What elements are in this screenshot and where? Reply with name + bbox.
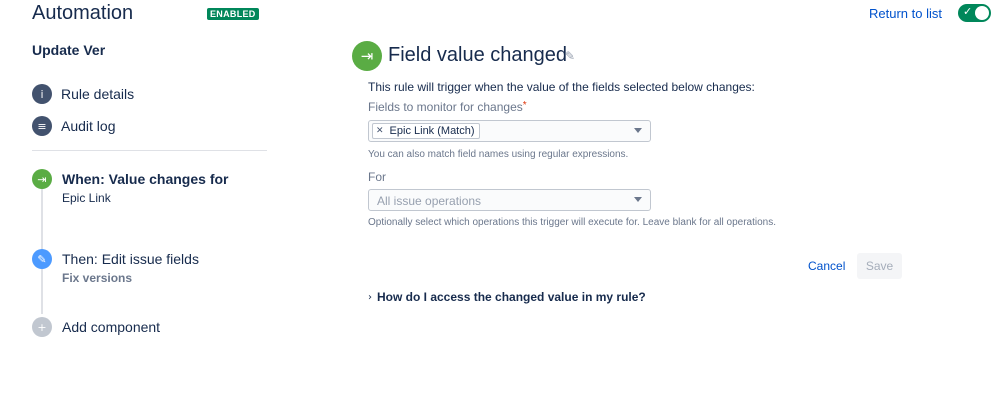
operations-placeholder: All issue operations [377, 194, 482, 208]
sidebar-item-rule-details[interactable]: i Rule details [32, 84, 134, 104]
app-title: Automation [32, 2, 134, 24]
fields-label: Fields to monitor for changes* [368, 100, 527, 114]
cancel-button[interactable]: Cancel [799, 253, 854, 279]
save-button[interactable]: Save [857, 253, 902, 279]
field-tag-label: Epic Link (Match) [389, 125, 475, 137]
edit-title-icon[interactable]: ✎ [565, 49, 575, 63]
return-to-list-link[interactable]: Return to list [869, 6, 942, 21]
list-icon: ≡ [32, 116, 52, 136]
component-title: When: Value changes for [62, 171, 229, 187]
sidebar-item-label: Audit log [61, 118, 116, 134]
sidebar-item-audit-log[interactable]: ≡ Audit log [32, 116, 115, 136]
info-icon: i [32, 84, 52, 104]
sidebar-divider [32, 150, 267, 151]
component-title: Add component [62, 319, 161, 335]
trigger-icon: ⇥ [32, 169, 52, 189]
trigger-icon: ⇥ [352, 41, 382, 71]
toggle-knob [975, 6, 989, 20]
rule-name: Update Ver [32, 42, 106, 58]
chevron-down-icon [634, 128, 642, 133]
page-title: Field value changed [388, 44, 568, 66]
component-title: Then: Edit issue fields [62, 251, 199, 267]
fields-select[interactable]: ✕ Epic Link (Match) [368, 120, 651, 142]
chevron-down-icon [634, 197, 642, 202]
component-subtitle: Epic Link [62, 191, 111, 205]
faq-expander[interactable]: › How do I access the changed value in m… [368, 290, 646, 304]
trigger-description: This rule will trigger when the value of… [368, 80, 755, 94]
faq-label: How do I access the changed value in my … [377, 290, 646, 304]
component-subtitle: Fix versions [62, 271, 133, 285]
field-tag: ✕ Epic Link (Match) [372, 123, 480, 139]
for-label: For [368, 170, 386, 184]
sidebar-item-label: Rule details [61, 86, 135, 102]
operations-select[interactable]: All issue operations [368, 189, 651, 211]
fields-help-text: You can also match field names using reg… [368, 149, 629, 160]
status-badge: ENABLED [207, 8, 259, 20]
pencil-icon: ✎ [32, 249, 52, 269]
rule-enabled-toggle[interactable]: ✓ [958, 4, 991, 22]
required-marker: * [522, 100, 527, 111]
operations-help-text: Optionally select which operations this … [368, 217, 776, 228]
check-icon: ✓ [963, 5, 973, 18]
chevron-right-icon: › [368, 291, 372, 303]
remove-tag-icon[interactable]: ✕ [376, 126, 384, 136]
plus-icon: + [32, 317, 52, 337]
